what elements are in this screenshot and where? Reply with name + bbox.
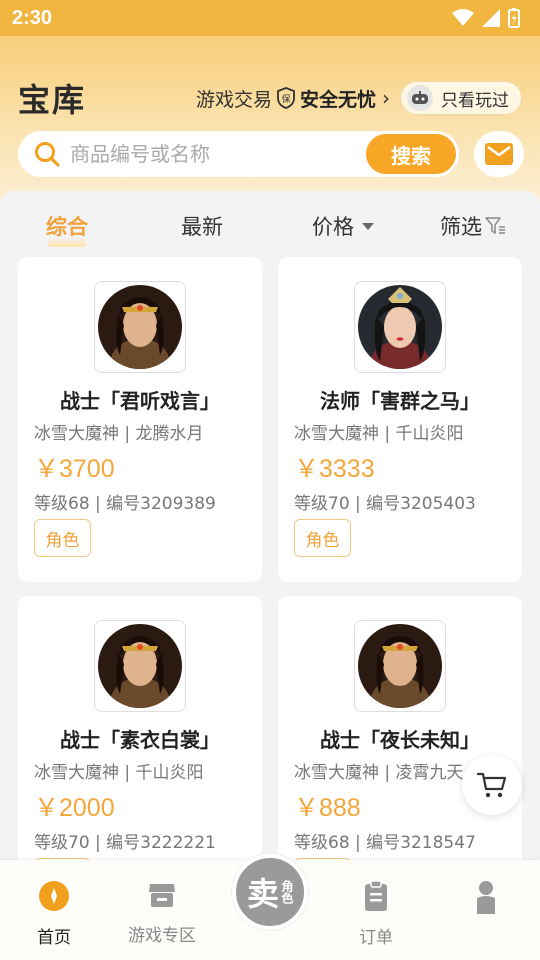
card-title: 战士「素衣白裳」 <box>60 728 220 752</box>
tab-latest[interactable]: 最新 <box>181 211 223 241</box>
header-right: 游戏交易 保 安全无忧 › 只看玩过 <box>196 81 522 115</box>
nav-orders[interactable]: 订单 <box>326 880 426 948</box>
sort-tabs: 综合 最新 价格 筛选 <box>0 191 540 257</box>
store-icon <box>149 884 175 907</box>
chevron-right-icon: › <box>382 86 390 110</box>
card-server: 冰雪大魔神 | 龙腾水月 <box>34 424 204 444</box>
tab-price-label: 价格 <box>312 215 354 239</box>
avatar <box>98 285 182 369</box>
profile-icon <box>477 881 495 914</box>
svg-text:保: 保 <box>281 93 290 105</box>
sell-button[interactable]: 卖 角色 <box>232 854 308 930</box>
product-card[interactable]: 法师「害群之马」 冰雪大魔神 | 千山炎阳 ￥3333 等级70 | 编号320… <box>278 257 522 582</box>
card-title: 战士「君听戏言」 <box>60 389 220 413</box>
product-card[interactable]: 战士「夜长未知」 冰雪大魔神 | 凌霄九天 ￥888 等级68 | 编号3218… <box>278 596 522 886</box>
search-input[interactable] <box>70 142 350 166</box>
tab-price[interactable]: 价格 <box>312 211 374 241</box>
signal-icon <box>482 9 500 27</box>
card-meta: 等级70 | 编号3222221 <box>34 833 216 853</box>
status-time: 2:30 <box>12 6 53 29</box>
avatar <box>358 285 442 369</box>
status-icons <box>452 8 520 28</box>
card-meta: 等级68 | 编号3218547 <box>294 833 476 853</box>
status-bar: 2:30 <box>0 0 540 36</box>
only-played-label: 只看玩过 <box>441 90 509 111</box>
trade-safety-link[interactable]: 游戏交易 保 安全无忧 › <box>196 85 390 112</box>
card-tag: 角色 <box>294 519 351 557</box>
product-card[interactable]: 战士「素衣白裳」 冰雪大魔神 | 千山炎阳 ￥2000 等级70 | 编号322… <box>18 596 262 886</box>
caret-down-icon <box>362 222 374 230</box>
cart-button[interactable] <box>462 755 522 815</box>
card-price: ￥3333 <box>294 455 375 483</box>
avatar-frame <box>94 281 186 373</box>
avatar-frame <box>354 281 446 373</box>
battery-icon <box>508 8 520 28</box>
mail-icon <box>485 143 513 165</box>
active-tab-indicator <box>48 237 86 247</box>
trade-prefix: 游戏交易 <box>195 88 272 111</box>
filter-icon <box>485 217 505 234</box>
wifi-icon <box>452 9 474 26</box>
orders-icon <box>365 880 387 911</box>
search-icon <box>35 142 60 167</box>
avatar <box>98 624 182 708</box>
card-meta: 等级70 | 编号3205403 <box>294 494 476 514</box>
card-server: 冰雪大魔神 | 千山炎阳 <box>34 763 204 783</box>
avatar-frame <box>354 620 446 712</box>
card-server: 冰雪大魔神 | 千山炎阳 <box>294 424 464 444</box>
card-meta: 等级68 | 编号3209389 <box>34 494 216 514</box>
gamepad-icon <box>407 85 433 111</box>
search-button[interactable]: 搜索 <box>366 134 456 174</box>
only-played-toggle[interactable]: 只看玩过 <box>400 81 522 115</box>
page-title: 宝库 <box>18 81 87 119</box>
card-tag: 角色 <box>34 519 91 557</box>
avatar-frame <box>94 620 186 712</box>
search-row: 搜索 <box>18 131 524 177</box>
shield-icon: 保 <box>277 87 295 109</box>
tab-filter-label: 筛选 <box>440 215 482 239</box>
product-card[interactable]: 战士「君听戏言」 冰雪大魔神 | 龙腾水月 ￥3700 等级68 | 编号320… <box>18 257 262 582</box>
card-server: 冰雪大魔神 | 凌霄九天 <box>294 763 464 783</box>
card-title: 战士「夜长未知」 <box>320 728 480 752</box>
card-price: ￥2000 <box>34 794 115 822</box>
sell-main-label: 卖 <box>246 875 279 913</box>
avatar <box>358 624 442 708</box>
home-icon <box>39 881 69 911</box>
nav-game-zone[interactable]: 游戏专区 <box>112 880 212 946</box>
header: 宝库 游戏交易 保 安全无忧 › 只看玩过 <box>0 70 540 126</box>
nav-orders-label: 订单 <box>359 928 393 948</box>
card-price: ￥3700 <box>34 455 115 483</box>
message-button[interactable] <box>474 131 524 177</box>
card-title: 法师「害群之马」 <box>320 389 480 413</box>
nav-game-zone-label: 游戏专区 <box>128 926 196 946</box>
card-price: ￥888 <box>294 794 361 822</box>
nav-home[interactable]: 首页 <box>4 880 104 948</box>
trade-safe-text: 安全无忧 <box>299 88 376 111</box>
nav-home-label: 首页 <box>37 928 71 948</box>
search-box: 搜索 <box>18 131 459 177</box>
tab-latest-label: 最新 <box>181 215 223 239</box>
cart-icon <box>477 772 507 798</box>
tab-filter[interactable]: 筛选 <box>440 211 507 241</box>
nav-profile[interactable] <box>436 880 536 925</box>
content-panel: 综合 最新 价格 筛选 战士「君听戏言」 冰雪大魔神 | 龙腾水月 ￥3700 … <box>0 191 540 886</box>
sell-sub-label: 角色 <box>280 880 294 904</box>
